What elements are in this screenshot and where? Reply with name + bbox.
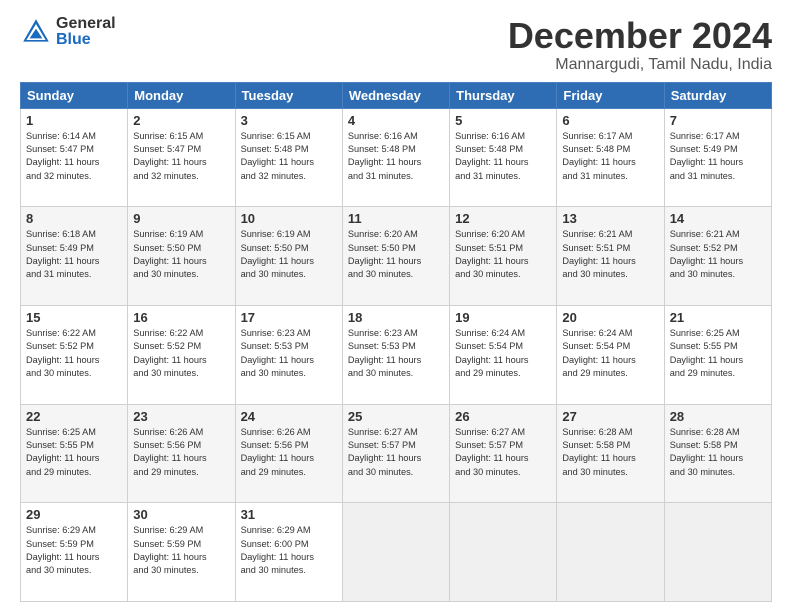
- day-16: 16 Sunrise: 6:22 AMSunset: 5:52 PMDaylig…: [128, 305, 235, 404]
- day-18: 18 Sunrise: 6:23 AMSunset: 5:53 PMDaylig…: [342, 305, 449, 404]
- title-section: December 2024 Mannargudi, Tamil Nadu, In…: [508, 16, 772, 74]
- day-29: 29 Sunrise: 6:29 AMSunset: 5:59 PMDaylig…: [21, 503, 128, 602]
- col-saturday: Saturday: [664, 82, 771, 108]
- logo-text: General Blue: [56, 16, 116, 48]
- day-4: 4 Sunrise: 6:16 AMSunset: 5:48 PMDayligh…: [342, 108, 449, 207]
- day-1: 1 Sunrise: 6:14 AMSunset: 5:47 PMDayligh…: [21, 108, 128, 207]
- logo-general: General: [56, 16, 116, 32]
- logo: General Blue: [20, 16, 116, 48]
- day-28: 28 Sunrise: 6:28 AMSunset: 5:58 PMDaylig…: [664, 404, 771, 503]
- day-5: 5 Sunrise: 6:16 AMSunset: 5:48 PMDayligh…: [450, 108, 557, 207]
- day-3: 3 Sunrise: 6:15 AMSunset: 5:48 PMDayligh…: [235, 108, 342, 207]
- empty-cell-2: [450, 503, 557, 602]
- day-26: 26 Sunrise: 6:27 AMSunset: 5:57 PMDaylig…: [450, 404, 557, 503]
- header: General Blue December 2024 Mannargudi, T…: [20, 16, 772, 74]
- day-20: 20 Sunrise: 6:24 AMSunset: 5:54 PMDaylig…: [557, 305, 664, 404]
- empty-cell-4: [664, 503, 771, 602]
- empty-cell-1: [342, 503, 449, 602]
- month-title: December 2024: [508, 16, 772, 56]
- day-23: 23 Sunrise: 6:26 AMSunset: 5:56 PMDaylig…: [128, 404, 235, 503]
- day-24: 24 Sunrise: 6:26 AMSunset: 5:56 PMDaylig…: [235, 404, 342, 503]
- day-31: 31 Sunrise: 6:29 AMSunset: 6:00 PMDaylig…: [235, 503, 342, 602]
- col-tuesday: Tuesday: [235, 82, 342, 108]
- week-2: 8 Sunrise: 6:18 AMSunset: 5:49 PMDayligh…: [21, 207, 772, 306]
- col-sunday: Sunday: [21, 82, 128, 108]
- day-13: 13 Sunrise: 6:21 AMSunset: 5:51 PMDaylig…: [557, 207, 664, 306]
- page: General Blue December 2024 Mannargudi, T…: [0, 0, 792, 612]
- week-5: 29 Sunrise: 6:29 AMSunset: 5:59 PMDaylig…: [21, 503, 772, 602]
- week-1: 1 Sunrise: 6:14 AMSunset: 5:47 PMDayligh…: [21, 108, 772, 207]
- col-friday: Friday: [557, 82, 664, 108]
- day-30: 30 Sunrise: 6:29 AMSunset: 5:59 PMDaylig…: [128, 503, 235, 602]
- week-4: 22 Sunrise: 6:25 AMSunset: 5:55 PMDaylig…: [21, 404, 772, 503]
- day-10: 10 Sunrise: 6:19 AMSunset: 5:50 PMDaylig…: [235, 207, 342, 306]
- day-19: 19 Sunrise: 6:24 AMSunset: 5:54 PMDaylig…: [450, 305, 557, 404]
- day-14: 14 Sunrise: 6:21 AMSunset: 5:52 PMDaylig…: [664, 207, 771, 306]
- day-12: 12 Sunrise: 6:20 AMSunset: 5:51 PMDaylig…: [450, 207, 557, 306]
- day-11: 11 Sunrise: 6:20 AMSunset: 5:50 PMDaylig…: [342, 207, 449, 306]
- col-monday: Monday: [128, 82, 235, 108]
- logo-blue: Blue: [56, 32, 116, 48]
- day-25: 25 Sunrise: 6:27 AMSunset: 5:57 PMDaylig…: [342, 404, 449, 503]
- day-2: 2 Sunrise: 6:15 AMSunset: 5:47 PMDayligh…: [128, 108, 235, 207]
- col-wednesday: Wednesday: [342, 82, 449, 108]
- day-9: 9 Sunrise: 6:19 AMSunset: 5:50 PMDayligh…: [128, 207, 235, 306]
- col-thursday: Thursday: [450, 82, 557, 108]
- week-3: 15 Sunrise: 6:22 AMSunset: 5:52 PMDaylig…: [21, 305, 772, 404]
- logo-icon: [20, 16, 52, 48]
- location-title: Mannargudi, Tamil Nadu, India: [508, 56, 772, 74]
- day-6: 6 Sunrise: 6:17 AMSunset: 5:48 PMDayligh…: [557, 108, 664, 207]
- day-7: 7 Sunrise: 6:17 AMSunset: 5:49 PMDayligh…: [664, 108, 771, 207]
- empty-cell-3: [557, 503, 664, 602]
- day-17: 17 Sunrise: 6:23 AMSunset: 5:53 PMDaylig…: [235, 305, 342, 404]
- day-8: 8 Sunrise: 6:18 AMSunset: 5:49 PMDayligh…: [21, 207, 128, 306]
- day-22: 22 Sunrise: 6:25 AMSunset: 5:55 PMDaylig…: [21, 404, 128, 503]
- day-21: 21 Sunrise: 6:25 AMSunset: 5:55 PMDaylig…: [664, 305, 771, 404]
- header-row: Sunday Monday Tuesday Wednesday Thursday…: [21, 82, 772, 108]
- day-15: 15 Sunrise: 6:22 AMSunset: 5:52 PMDaylig…: [21, 305, 128, 404]
- day-27: 27 Sunrise: 6:28 AMSunset: 5:58 PMDaylig…: [557, 404, 664, 503]
- calendar-table: Sunday Monday Tuesday Wednesday Thursday…: [20, 82, 772, 602]
